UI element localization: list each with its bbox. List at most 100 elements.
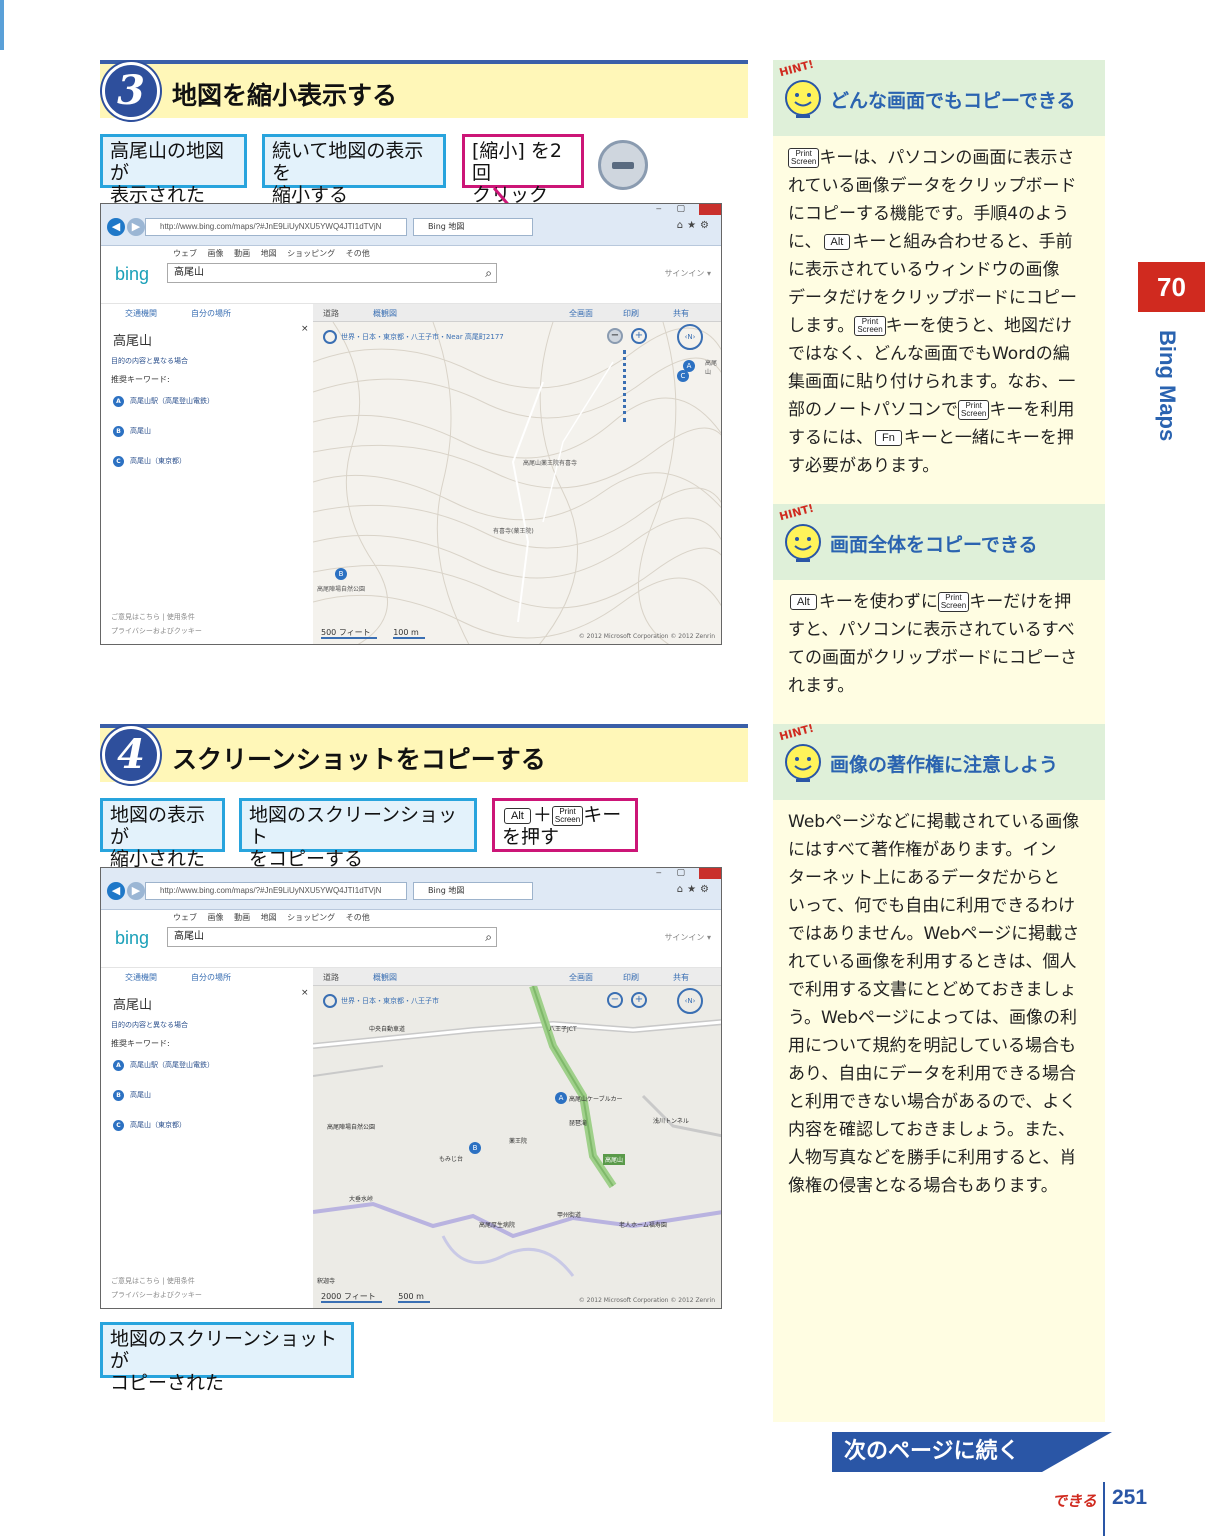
forward-button[interactable]: ▶: [127, 882, 145, 900]
page-edge-stripe: [0, 0, 4, 50]
aerial-view-button[interactable]: 概観図: [373, 308, 397, 319]
traffic-link[interactable]: 交通機関: [125, 972, 157, 983]
print-button[interactable]: 印刷: [623, 972, 639, 983]
result-label: 高尾山: [130, 427, 151, 435]
privacy-link[interactable]: プライバシーおよびクッキー: [111, 1290, 202, 1300]
scale-feet: 2000 フィート: [321, 1292, 382, 1303]
back-button[interactable]: ◀: [107, 882, 125, 900]
address-bar[interactable]: http://www.bing.com/maps/?#JnE9LiUyNXU5Y…: [145, 218, 407, 236]
result-item[interactable]: C 高尾山（東京都）: [113, 456, 186, 467]
bing-logo[interactable]: bing: [115, 264, 149, 285]
signin-link[interactable]: サインイン ▾: [664, 268, 711, 279]
bing-logo[interactable]: bing: [115, 928, 149, 949]
map-zoom-out-button[interactable]: −: [607, 328, 623, 344]
pin-a-icon[interactable]: A: [555, 1092, 567, 1104]
lightbulb-icon: [785, 744, 821, 782]
continue-arrow: [1042, 1432, 1112, 1472]
map-breadcrumb[interactable]: 世界・日本・東京都・八王子市・Near 高尾町2177: [323, 330, 504, 344]
map-zoom-in-button[interactable]: +: [631, 328, 647, 344]
bing-menu[interactable]: ウェブ 画像 動画 地図 ショッピング その他: [173, 912, 370, 923]
share-button[interactable]: 共有: [673, 972, 689, 983]
hint-line: と利用できない場合があるので、よく: [788, 1092, 1077, 1112]
hint-line: ターネット上にあるデータだからと: [788, 868, 1060, 888]
address-bar[interactable]: http://www.bing.com/maps/?#JnE9LiUyNXU5Y…: [145, 882, 407, 900]
bing-menu[interactable]: ウェブ 画像 動画 地図 ショッピング その他: [173, 248, 370, 259]
place-title: 高尾山: [113, 998, 153, 1013]
map-copyright: © 2012 Microsoft Corporation © 2012 Zenr…: [578, 633, 715, 640]
result-item[interactable]: B 高尾山: [113, 426, 151, 437]
search-icon[interactable]: ⌕: [485, 928, 492, 946]
compass-icon[interactable]: ‹N›: [677, 988, 703, 1014]
back-button[interactable]: ◀: [107, 218, 125, 236]
map-label: 老人ホーム福寿園: [619, 1222, 667, 1229]
feedback-link[interactable]: ご意見はこちら | 使用条件: [111, 612, 195, 622]
home-star-gear-icon[interactable]: ⌂★⚙: [677, 884, 713, 895]
hint2-body: Alt キーを使わずに Print Screen キーだけを押 すと、パソコンに表示され…: [788, 588, 1098, 700]
home-star-gear-icon[interactable]: ⌂★⚙: [677, 220, 713, 231]
signin-link[interactable]: サインイン ▾: [664, 932, 711, 943]
window-controls[interactable]: ‒ ▢: [656, 868, 691, 878]
step4-number: 4: [102, 726, 160, 784]
different-link[interactable]: 目的の内容と異なる場合: [111, 356, 188, 366]
myplaces-link[interactable]: 自分の場所: [191, 308, 231, 319]
search-input[interactable]: 高尾山 ⌕: [167, 927, 497, 947]
browser-tab[interactable]: Bing 地図: [413, 882, 533, 900]
road-view-button[interactable]: 道路: [323, 308, 339, 319]
map-breadcrumb[interactable]: 世界・日本・東京都・八王子市: [323, 994, 439, 1008]
map-topographic[interactable]: 世界・日本・東京都・八王子市・Near 高尾町2177 − + ‹N› 高尾山 …: [313, 322, 721, 644]
pin-b-icon[interactable]: B: [335, 568, 347, 580]
search-icon[interactable]: ⌕: [485, 264, 492, 282]
result-item[interactable]: A 高尾山駅（高尾登山電鉄）: [113, 1060, 214, 1071]
hint-line: 内容を確認しておきましょう。また、: [788, 1120, 1075, 1140]
fullscreen-button[interactable]: 全画面: [569, 972, 593, 983]
road-view-button[interactable]: 道路: [323, 972, 339, 983]
step4-result-callout: 地図のスクリーンショットが コピーされた: [100, 1322, 354, 1394]
step4-title: スクリーンショットをコピーする: [172, 745, 546, 774]
map-road[interactable]: 世界・日本・東京都・八王子市 − + ‹N› 中央自動車道 八王子JCT 浅川ト…: [313, 986, 721, 1308]
map-label: 有喜寺(薬王院): [493, 528, 534, 535]
locate-icon[interactable]: [323, 330, 337, 344]
map-zoom-out-button[interactable]: −: [607, 992, 623, 1008]
window-close-button[interactable]: [699, 868, 721, 879]
result-item[interactable]: B 高尾山: [113, 1090, 151, 1101]
traffic-link[interactable]: 交通機関: [125, 308, 157, 319]
step3-callout-3: [縮小] を2回 クリック: [462, 134, 584, 206]
feedback-link[interactable]: ご意見はこちら | 使用条件: [111, 1276, 195, 1286]
hint-line: 集画面に貼り付けられます。なお、一: [788, 372, 1076, 392]
hint-text: します。: [788, 316, 855, 336]
map-label: 高尾陣場自然公園: [317, 586, 366, 593]
hint-line: す必要があります。: [788, 456, 940, 476]
close-icon[interactable]: ×: [301, 988, 309, 998]
compass-icon[interactable]: ‹N›: [677, 324, 703, 350]
share-button[interactable]: 共有: [673, 308, 689, 319]
zoom-slider[interactable]: [623, 350, 629, 422]
aerial-view-button[interactable]: 概観図: [373, 972, 397, 983]
hint-text: キーは、パソコンの画面に表示さ: [819, 148, 1075, 168]
map-zoom-in-button[interactable]: +: [631, 992, 647, 1008]
window-controls[interactable]: ‒ ▢: [656, 204, 691, 214]
different-link[interactable]: 目的の内容と異なる場合: [111, 1020, 188, 1030]
privacy-link[interactable]: プライバシーおよびクッキー: [111, 626, 202, 636]
locate-icon[interactable]: [323, 994, 337, 1008]
search-input[interactable]: 高尾山 ⌕: [167, 263, 497, 283]
forward-button[interactable]: ▶: [127, 218, 145, 236]
keywords-label: 推奨キーワード:: [111, 375, 170, 384]
fullscreen-button[interactable]: 全画面: [569, 308, 593, 319]
pin-b-icon[interactable]: B: [469, 1142, 481, 1154]
hint-line: ではありません。Webページに掲載さ: [788, 924, 1080, 944]
hint-line: れている画像を利用するときは、個人: [788, 952, 1077, 972]
result-item[interactable]: A 高尾山駅（高尾登山電鉄）: [113, 396, 214, 407]
pin-c-icon[interactable]: C: [677, 370, 689, 382]
hint-text: するには、: [788, 428, 873, 448]
myplaces-link[interactable]: 自分の場所: [191, 972, 231, 983]
hint-line: に表示されているウィンドウの画像: [788, 260, 1060, 280]
hint-text: 部のノートパソコンで: [788, 400, 958, 420]
result-item[interactable]: C 高尾山（東京都）: [113, 1120, 186, 1131]
close-icon[interactable]: ×: [301, 324, 309, 334]
browser-tab[interactable]: Bing 地図: [413, 218, 533, 236]
hint-text: キーを使うと、地図だけ: [885, 316, 1072, 336]
hint-line: にはすべて著作権があります。イン: [788, 840, 1057, 860]
print-button[interactable]: 印刷: [623, 308, 639, 319]
map-toolbar: 道路 概観図 全画面 印刷 共有: [313, 304, 721, 322]
window-close-button[interactable]: [699, 204, 721, 215]
